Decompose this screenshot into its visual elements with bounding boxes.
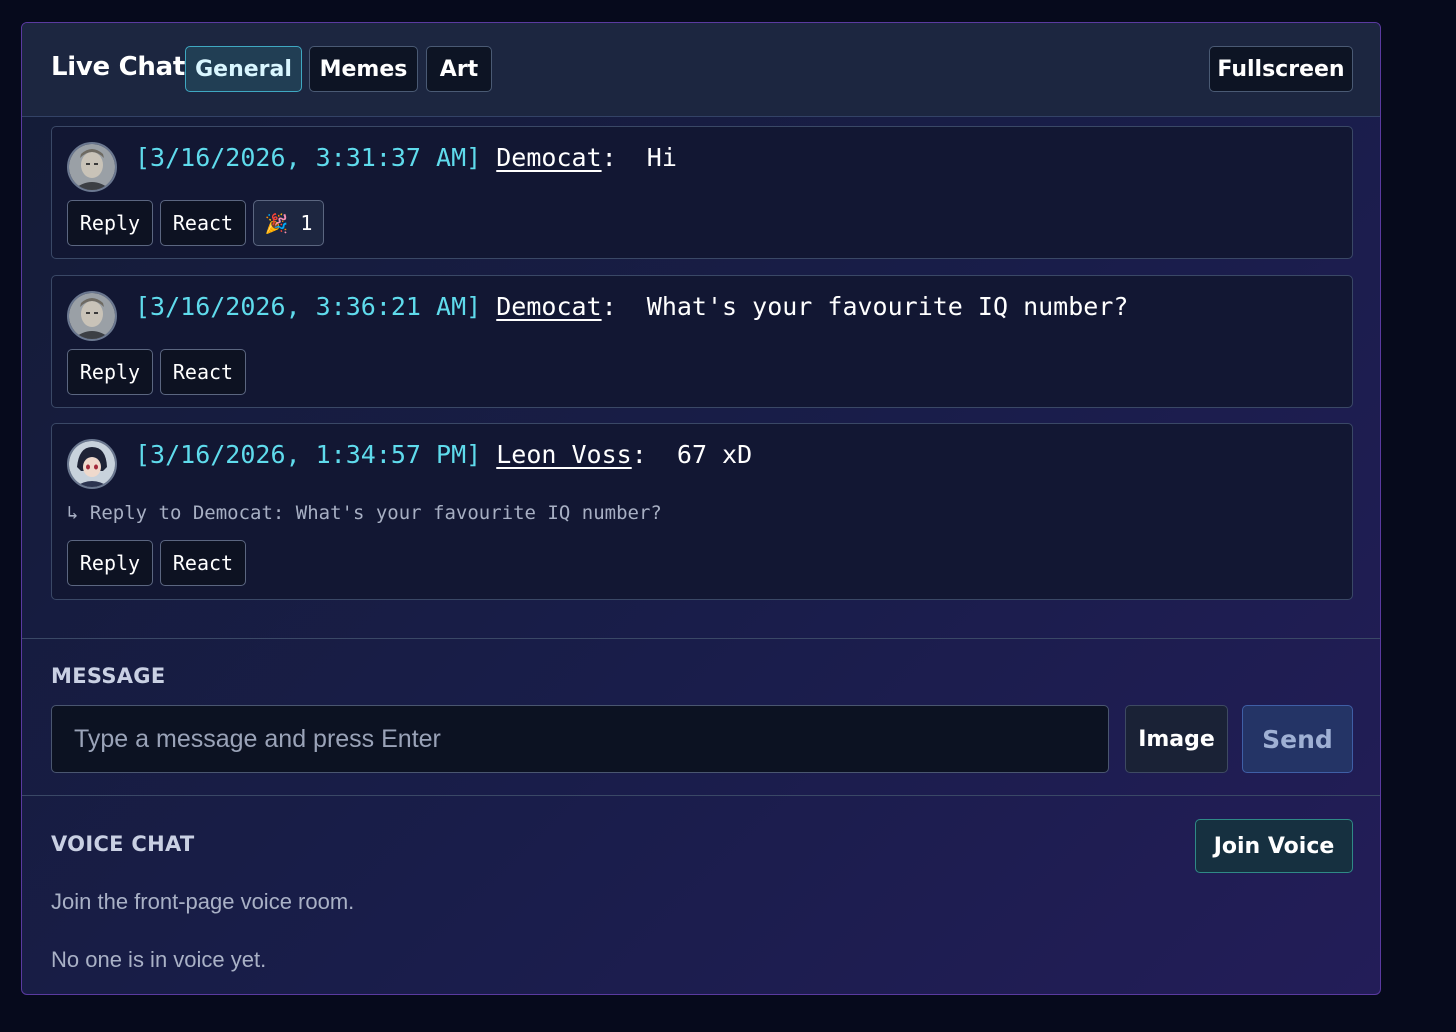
message-username[interactable]: Leon Voss (496, 440, 631, 469)
message-text: What's your favourite IQ number? (646, 292, 1129, 321)
fullscreen-button[interactable]: Fullscreen (1209, 46, 1353, 92)
message-text: Hi (646, 143, 677, 172)
reaction-chip[interactable]: 🎉 1 (253, 200, 324, 246)
live-chat-panel: Live Chat General Memes Art Fullscreen [… (21, 22, 1381, 995)
chat-header: Live Chat General Memes Art Fullscreen (22, 23, 1380, 117)
message-line: [3/16/2026, 3:31:37 AM] Democat: Hi (135, 143, 677, 172)
image-button[interactable]: Image (1125, 705, 1228, 773)
voice-status: No one is in voice yet. (51, 947, 267, 972)
react-button[interactable]: React (160, 200, 246, 246)
reply-button[interactable]: Reply (67, 200, 153, 246)
message-list[interactable]: [3/16/2026, 3:31:37 AM] Democat: Hi Repl… (22, 116, 1380, 638)
reply-button[interactable]: Reply (67, 349, 153, 395)
message-username[interactable]: Democat (496, 292, 601, 321)
message-timestamp: [3/16/2026, 1:34:57 PM] (135, 440, 482, 469)
message-separator: : (601, 292, 617, 321)
voice-chat-label: VOICE CHAT (51, 832, 195, 856)
message-text: 67 xD (676, 440, 753, 469)
party-popper-icon: 🎉 (264, 212, 289, 235)
reply-reference: ↳ Reply to Democat: What's your favourit… (67, 502, 662, 524)
compose-section: MESSAGE Image Send (22, 638, 1380, 796)
react-button[interactable]: React (160, 349, 246, 395)
message-separator: : (631, 440, 647, 469)
voice-description: Join the front-page voice room. (51, 889, 355, 914)
tab-general[interactable]: General (185, 46, 302, 92)
react-button[interactable]: React (160, 540, 246, 586)
man-portrait-avatar (67, 291, 117, 341)
voice-chat-section: VOICE CHAT Join Voice Join the front-pag… (22, 795, 1380, 994)
anime-character-avatar (67, 439, 117, 489)
message-separator: : (601, 143, 617, 172)
reply-button[interactable]: Reply (67, 540, 153, 586)
reaction-count: 1 (300, 211, 313, 235)
message-line: [3/16/2026, 1:34:57 PM] Leon Voss: 67 xD (135, 440, 752, 469)
send-button[interactable]: Send (1242, 705, 1353, 773)
message-timestamp: [3/16/2026, 3:36:21 AM] (135, 292, 482, 321)
message-item: [3/16/2026, 3:31:37 AM] Democat: Hi Repl… (51, 126, 1353, 259)
message-label: MESSAGE (51, 664, 166, 688)
message-timestamp: [3/16/2026, 3:31:37 AM] (135, 143, 482, 172)
message-line: [3/16/2026, 3:36:21 AM] Democat: What's … (135, 292, 1128, 321)
message-username[interactable]: Democat (496, 143, 601, 172)
message-item: [3/16/2026, 1:34:57 PM] Leon Voss: 67 xD… (51, 423, 1353, 600)
man-portrait-avatar (67, 142, 117, 192)
message-item: [3/16/2026, 3:36:21 AM] Democat: What's … (51, 275, 1353, 408)
message-input[interactable] (51, 705, 1109, 773)
tab-memes[interactable]: Memes (309, 46, 418, 92)
chat-title: Live Chat (51, 52, 185, 82)
tab-art[interactable]: Art (426, 46, 492, 92)
join-voice-button[interactable]: Join Voice (1195, 819, 1353, 873)
